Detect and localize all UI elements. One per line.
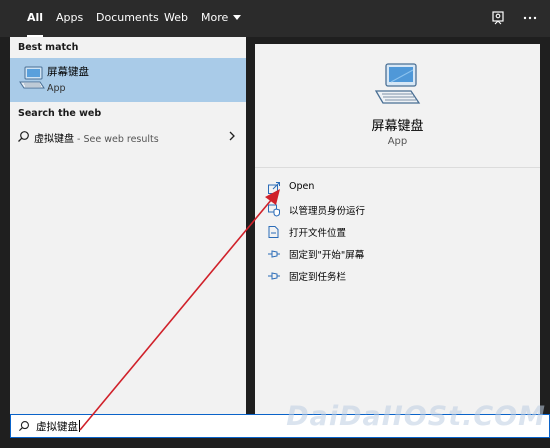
more-options-icon[interactable] [521,9,539,27]
best-match-heading: Best match [18,42,79,53]
on-screen-keyboard-icon [19,66,45,89]
open-icon [268,182,280,194]
results-pane: Best match 屏幕键盘 App Search the web 虚拟键盘 … [10,37,246,414]
divider [255,167,540,168]
action-open[interactable]: Open [267,179,517,197]
detail-app-type: App [387,136,408,147]
tab-web[interactable]: Web [164,0,188,37]
chevron-right-icon[interactable] [228,130,236,142]
action-open-file-location[interactable]: 打开文件位置 [267,223,517,241]
pin-icon [268,272,280,280]
web-result-query: 虚拟键盘 [34,134,74,145]
detail-app-name: 屏幕键盘 [371,119,424,134]
chevron-down-icon [233,15,242,20]
search-icon [18,421,29,432]
detail-pane: 屏幕键盘 App Open 以管理员身份运行 打开文件位置 固定到"开始"屏幕 … [255,44,540,414]
on-screen-keyboard-icon [374,63,421,104]
tab-more[interactable]: More [201,0,242,37]
search-web-heading: Search the web [18,108,102,119]
text-cursor [79,420,80,432]
file-location-icon [268,226,279,238]
best-match-name: 屏幕键盘 [47,66,89,78]
tab-more-label: More [201,11,229,24]
action-label: 以管理员身份运行 [289,206,366,217]
action-label: Open [289,181,315,192]
best-match-type: App [47,83,66,94]
action-run-as-admin[interactable]: 以管理员身份运行 [267,201,517,219]
best-match-result[interactable]: 屏幕键盘 App [10,58,246,102]
search-icon [18,131,29,142]
pin-icon [268,250,280,258]
search-scope-tabs: All Apps Documents Web More [0,0,550,37]
search-input[interactable]: 虚拟键盘 [36,419,80,434]
windows-search-window: All Apps Documents Web More Best match 屏… [0,0,550,448]
feedback-icon[interactable] [490,9,508,27]
tab-apps[interactable]: Apps [56,0,83,37]
action-pin-to-taskbar[interactable]: 固定到任务栏 [267,267,517,285]
search-box[interactable]: 虚拟键盘 [10,414,550,438]
tab-documents[interactable]: Documents [96,0,159,37]
shield-icon [268,204,280,217]
action-label: 固定到任务栏 [289,272,347,283]
action-label: 打开文件位置 [289,228,347,239]
action-label: 固定到"开始"屏幕 [289,250,365,261]
action-pin-to-start[interactable]: 固定到"开始"屏幕 [267,245,517,263]
web-search-result[interactable]: 虚拟键盘 - See web results [10,125,246,149]
search-input-value: 虚拟键盘 [36,421,78,433]
web-result-hint: - See web results [74,134,159,145]
tab-all[interactable]: All [27,0,44,37]
web-result-text: 虚拟键盘 - See web results [34,130,159,145]
